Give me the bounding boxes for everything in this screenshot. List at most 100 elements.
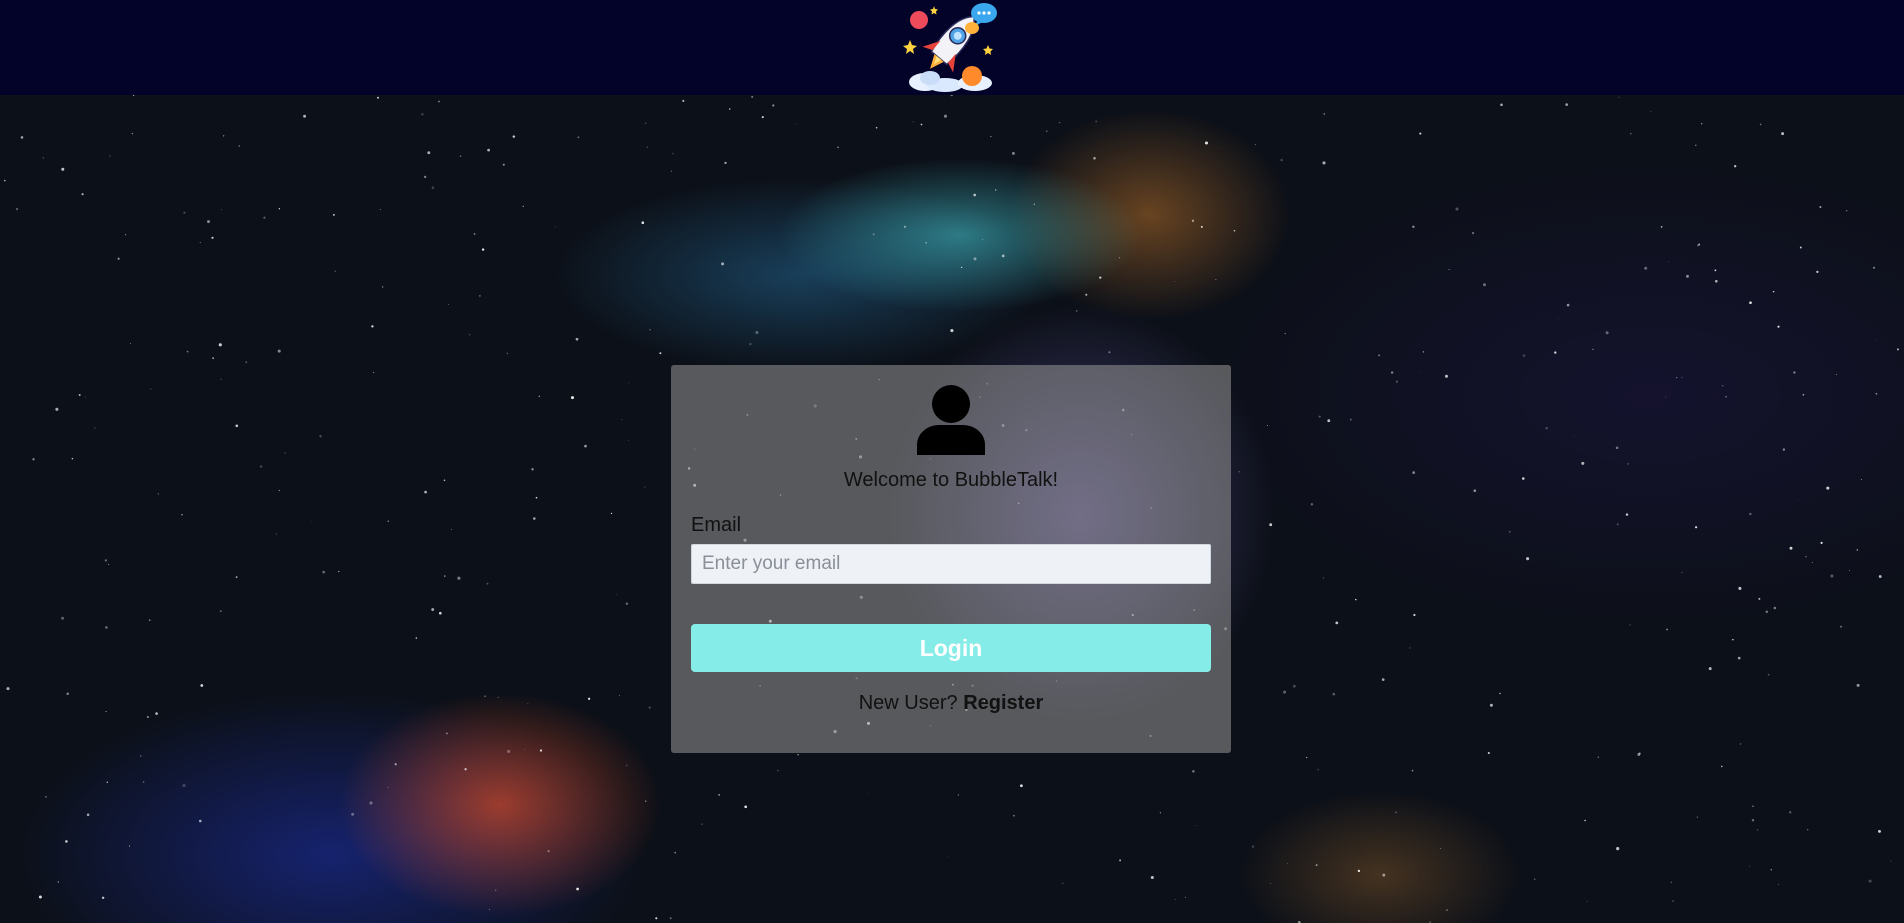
star xyxy=(1489,703,1493,707)
star xyxy=(1444,374,1449,378)
star xyxy=(1095,120,1098,123)
rocket-chat-logo-icon[interactable] xyxy=(900,0,1000,92)
login-button[interactable]: Login xyxy=(691,624,1211,672)
star xyxy=(973,193,977,197)
star xyxy=(1584,819,1586,822)
star xyxy=(1700,123,1703,125)
star xyxy=(109,155,111,157)
star xyxy=(615,594,617,596)
star xyxy=(1412,225,1415,229)
star xyxy=(1773,606,1777,610)
star xyxy=(1868,879,1872,883)
register-link[interactable]: Register xyxy=(963,692,1043,714)
star xyxy=(701,823,703,825)
star xyxy=(1419,132,1422,135)
star xyxy=(535,496,538,499)
star xyxy=(669,917,672,920)
star xyxy=(277,349,281,353)
star xyxy=(108,563,110,565)
star xyxy=(61,616,65,620)
star xyxy=(1574,436,1575,437)
star xyxy=(1446,909,1448,911)
star xyxy=(1816,270,1819,274)
star xyxy=(55,407,59,411)
top-header-bar xyxy=(0,0,1904,95)
star xyxy=(275,533,277,535)
star xyxy=(1665,396,1667,398)
star xyxy=(641,221,645,224)
star xyxy=(183,211,186,214)
user-icon xyxy=(917,385,985,455)
star xyxy=(868,793,870,795)
star xyxy=(587,697,591,700)
star xyxy=(445,732,448,735)
star xyxy=(1618,96,1620,98)
star xyxy=(1233,230,1236,232)
star xyxy=(1238,471,1240,473)
star xyxy=(1721,765,1723,768)
star xyxy=(554,226,556,228)
star xyxy=(1849,570,1850,572)
star xyxy=(1781,132,1785,136)
star xyxy=(66,692,69,696)
star xyxy=(1293,684,1296,688)
star xyxy=(143,781,145,783)
star xyxy=(943,114,948,118)
star xyxy=(221,209,222,211)
star xyxy=(1629,624,1631,626)
star xyxy=(1204,141,1209,145)
star xyxy=(1805,556,1807,558)
star xyxy=(1526,557,1530,561)
star xyxy=(1455,207,1459,211)
star xyxy=(626,764,628,767)
star xyxy=(459,155,462,157)
star xyxy=(1840,625,1843,628)
star xyxy=(576,887,579,891)
star xyxy=(1499,692,1501,695)
star xyxy=(351,812,355,816)
star xyxy=(1566,303,1570,307)
email-field[interactable] xyxy=(691,544,1211,584)
star xyxy=(1174,280,1176,282)
star xyxy=(1694,526,1698,529)
star xyxy=(1500,103,1503,107)
star xyxy=(655,917,658,920)
star xyxy=(619,694,620,696)
star xyxy=(947,856,949,858)
star xyxy=(1420,371,1422,373)
star xyxy=(1471,231,1475,235)
star xyxy=(584,444,587,448)
star xyxy=(1322,161,1326,165)
star xyxy=(1616,847,1620,851)
star xyxy=(1001,254,1005,258)
star xyxy=(1873,266,1875,269)
star xyxy=(371,325,374,328)
star xyxy=(1254,144,1256,146)
star xyxy=(1150,875,1154,880)
star xyxy=(506,352,509,355)
star xyxy=(424,490,427,494)
star xyxy=(1756,829,1759,831)
star xyxy=(1826,486,1830,490)
star xyxy=(443,479,446,482)
star xyxy=(1778,883,1779,885)
star xyxy=(1565,103,1568,106)
star xyxy=(1878,575,1882,578)
star xyxy=(1012,152,1015,155)
star xyxy=(950,329,954,333)
star xyxy=(1381,678,1385,681)
star xyxy=(1390,371,1394,374)
star xyxy=(245,361,248,364)
star xyxy=(464,768,467,771)
star xyxy=(1586,900,1588,902)
star xyxy=(1797,499,1799,501)
star xyxy=(1409,647,1411,649)
star xyxy=(1013,814,1015,817)
star xyxy=(1395,380,1399,383)
star xyxy=(469,334,471,336)
email-label: Email xyxy=(691,514,742,536)
star xyxy=(484,695,487,698)
star xyxy=(950,95,953,97)
star xyxy=(311,521,313,523)
star xyxy=(431,186,435,190)
